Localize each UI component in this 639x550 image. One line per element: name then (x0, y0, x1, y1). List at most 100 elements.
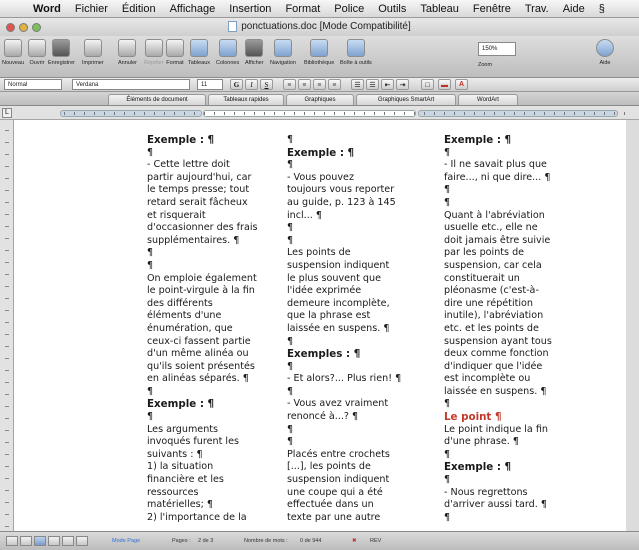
library-button[interactable]: Bibliothèque (304, 39, 334, 66)
publishing-view-button[interactable] (62, 536, 74, 546)
print-button[interactable]: Imprimer (82, 39, 104, 66)
paragraph[interactable]: ¶ (147, 260, 297, 273)
tab-smartart[interactable]: Graphiques SmartArt (356, 94, 456, 105)
zoom-select[interactable]: 150% (478, 42, 516, 56)
paragraph[interactable]: On emploie également le point-virgule à … (147, 273, 297, 386)
menu-fichier[interactable]: Fichier (68, 3, 115, 15)
paragraph[interactable]: ¶ (147, 147, 297, 160)
page-view-button[interactable] (34, 536, 46, 546)
paragraph[interactable]: Les arguments invoqués furent les suivan… (147, 424, 297, 525)
paragraph[interactable]: - Vous avez vraiment renoncé à...? ¶ (287, 398, 437, 423)
paragraph[interactable]: ¶ (444, 474, 604, 487)
section-heading[interactable]: Exemples : ¶ (287, 348, 437, 361)
paragraph[interactable]: Quant à l'abréviation usuelle etc., elle… (444, 210, 604, 399)
draft-view-button[interactable] (6, 536, 18, 546)
menu-app-word[interactable]: Word (26, 3, 68, 15)
style-select[interactable]: Normal (4, 79, 62, 90)
tab-stop-selector[interactable]: L (2, 108, 12, 118)
border-icon[interactable]: □ (421, 79, 434, 90)
vertical-ruler[interactable] (0, 120, 14, 531)
paragraph[interactable]: ¶ (444, 512, 604, 525)
paragraph[interactable]: Le point indique la fin d'une phrase. ¶ (444, 424, 604, 449)
outline-view-button[interactable] (20, 536, 32, 546)
section-heading[interactable]: Le point ¶ (444, 411, 604, 424)
menu-aide[interactable]: Aide (556, 3, 592, 15)
paragraph[interactable]: Placés entre crochets [...], les points … (287, 449, 437, 525)
tables-button[interactable]: Tableaux (188, 39, 210, 66)
menu-tableau[interactable]: Tableau (413, 3, 466, 15)
paragraph[interactable]: Les points de suspension indiquent le pl… (287, 247, 437, 335)
menu-affichage[interactable]: Affichage (163, 3, 223, 15)
menu-format[interactable]: Format (278, 3, 327, 15)
font-color-icon[interactable]: A (455, 79, 468, 90)
paragraph[interactable]: ¶ (287, 424, 437, 437)
paragraph[interactable]: - Vous pouvez toujours vous reporter au … (287, 172, 437, 222)
paragraph[interactable]: ¶ (287, 159, 437, 172)
notebook-view-button[interactable] (48, 536, 60, 546)
text-column-1[interactable]: Exemple : ¶ ¶ - Cette lettre doit partir a… (147, 134, 297, 524)
section-heading[interactable]: Exemple : ¶ (444, 461, 604, 474)
new-button[interactable]: Nouveau (2, 39, 24, 66)
toolbox-button[interactable]: Boîte à outils (340, 39, 372, 66)
paragraph[interactable]: ¶ (444, 398, 604, 411)
text-column-3[interactable]: Exemple : ¶ ¶ - Il ne savait plus que fair… (444, 134, 604, 524)
paragraph[interactable]: ¶ (444, 184, 604, 197)
focus-view-button[interactable] (76, 536, 88, 546)
columns-button[interactable]: Colonnes (216, 39, 239, 66)
paragraph[interactable]: ¶ (287, 386, 437, 399)
paragraph[interactable]: - Et alors?... Plus rien! ¶ (287, 373, 437, 386)
tab-charts[interactable]: Graphiques (286, 94, 354, 105)
paragraph[interactable]: ¶ (444, 449, 604, 462)
bullet-list-icon[interactable]: ☰ (351, 79, 364, 90)
tab-document-elements[interactable]: Éléments de document (108, 94, 206, 105)
document-page[interactable]: Exemple : ¶ ¶ - Cette lettre doit partir a… (14, 120, 626, 531)
align-right-icon[interactable]: ≡ (313, 79, 326, 90)
italic-button[interactable]: I (245, 79, 258, 90)
format-painter-button[interactable]: Format (166, 39, 184, 66)
paragraph[interactable]: - Il ne savait plus que faire..., ni que… (444, 159, 604, 184)
paragraph[interactable]: ¶ (287, 336, 437, 349)
menu-edition[interactable]: Édition (115, 3, 163, 15)
section-heading[interactable]: Exemple : ¶ (147, 398, 297, 411)
show-button[interactable]: Afficher (245, 39, 264, 66)
highlight-icon[interactable]: ▬ (438, 79, 451, 90)
paragraph[interactable]: ¶ (147, 411, 297, 424)
save-button[interactable]: Enregistrer (48, 39, 75, 66)
paragraph[interactable]: ¶ (287, 361, 437, 374)
open-button[interactable]: Ouvrir (28, 39, 46, 66)
spellcheck-icon[interactable]: ✖ (352, 538, 357, 544)
horizontal-ruler[interactable]: L (0, 106, 639, 120)
paragraph[interactable]: ¶ (287, 436, 437, 449)
paragraph[interactable]: - Cette lettre doit partir aujourd'hui, … (147, 159, 297, 247)
section-heading[interactable]: Exemple : ¶ (287, 147, 437, 160)
align-center-icon[interactable]: ≡ (298, 79, 311, 90)
menu-police[interactable]: Police (327, 3, 371, 15)
menu-fenetre[interactable]: Fenêtre (466, 3, 518, 15)
font-select[interactable]: Verdana (72, 79, 190, 90)
align-left-icon[interactable]: ≡ (283, 79, 296, 90)
redo-button[interactable]: Répéter (144, 39, 164, 66)
decrease-indent-icon[interactable]: ⇤ (381, 79, 394, 90)
paragraph[interactable]: ¶ (287, 222, 437, 235)
tab-wordart[interactable]: WordArt (458, 94, 518, 105)
text-column-2[interactable]: ¶ Exemple : ¶ ¶ - Vous pouvez toujours vous… (287, 134, 437, 524)
section-heading[interactable]: Exemple : ¶ (147, 134, 297, 147)
paragraph[interactable]: ¶ (287, 134, 437, 147)
underline-button[interactable]: S (260, 79, 273, 90)
paragraph[interactable]: ¶ (147, 247, 297, 260)
section-heading[interactable]: Exemple : ¶ (444, 134, 604, 147)
undo-button[interactable]: Annuler (118, 39, 137, 66)
paragraph[interactable]: ¶ (147, 386, 297, 399)
bold-button[interactable]: G (230, 79, 243, 90)
numbered-list-icon[interactable]: ☰ (366, 79, 379, 90)
menu-outils[interactable]: Outils (371, 3, 413, 15)
increase-indent-icon[interactable]: ⇥ (396, 79, 409, 90)
justify-icon[interactable]: ≡ (328, 79, 341, 90)
navigation-button[interactable]: Navigation (270, 39, 296, 66)
help-button[interactable]: Aide (596, 39, 614, 66)
menu-trav[interactable]: Trav. (518, 3, 556, 15)
track-changes-indicator[interactable]: REV (370, 538, 381, 544)
menu-insertion[interactable]: Insertion (222, 3, 278, 15)
paragraph[interactable]: ¶ (444, 147, 604, 160)
paragraph[interactable]: - Nous regrettons d'arriver aussi tard. … (444, 487, 604, 512)
